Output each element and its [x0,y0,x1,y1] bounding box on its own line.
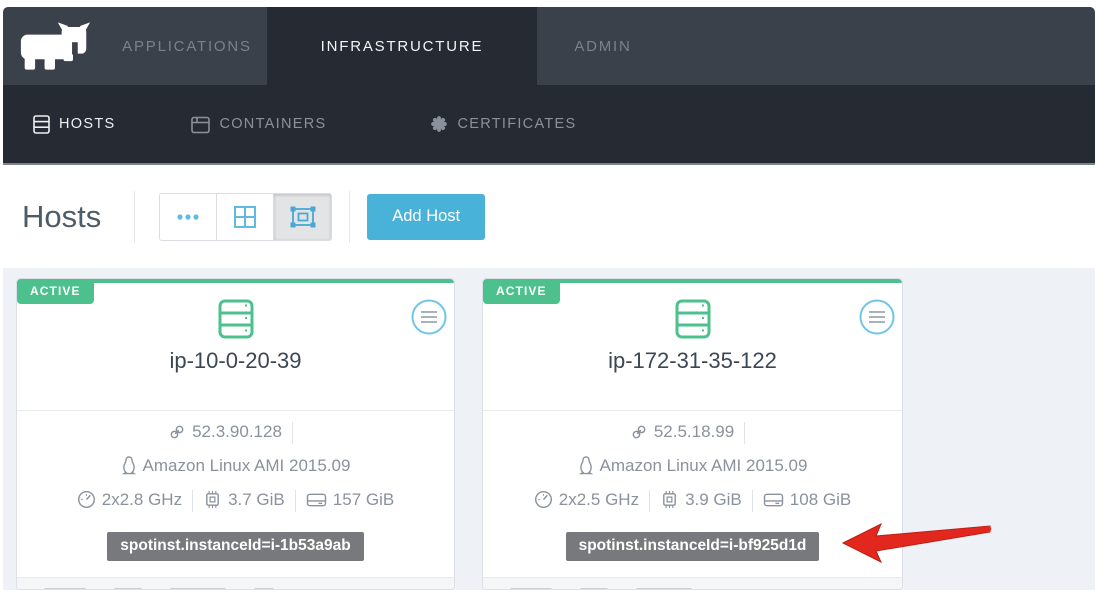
host-ip: 52.5.18.99 [654,422,734,441]
tab-infrastructure[interactable]: INFRASTRUCTURE [267,7,537,85]
tab-applications[interactable]: APPLICATIONS [107,7,267,85]
page-title: Hosts [22,199,101,235]
host-tag: spotinst.instanceId=i-1b53a9ab [107,532,363,561]
card-details: 52.5.18.99 Amazon Linux AMI 2015.09 [483,410,902,590]
host-name[interactable]: ip-172-31-35-122 [483,348,902,410]
view-toggle-group [159,193,332,241]
divider [744,422,745,444]
divider [349,191,350,243]
subnav-item-label: CONTAINERS [219,116,326,132]
host-server-icon [218,299,254,339]
ip-row: 52.3.90.128 [17,415,454,449]
grid-view-icon [234,206,256,228]
host-menu-button[interactable] [411,299,447,335]
menu-icon [411,299,447,335]
tag-row: spotinst.instanceId=i-1b53a9ab [17,517,454,561]
link-icon [168,423,186,441]
divider [134,191,135,243]
host-card-ip-10-0-20-39: ACTIVE [16,278,455,590]
host-cpu: 2x2.8 GHz [102,490,182,509]
host-menu-button[interactable] [859,299,895,335]
host-memory: 3.9 GiB [685,490,742,509]
host-card-ip-172-31-35-122: ACTIVE [482,278,903,590]
page-header: Hosts [3,165,1095,268]
host-tag: spotinst.instanceId=i-bf925d1d [566,532,820,561]
status-badge: ACTIVE [483,279,560,304]
disk-icon [763,491,784,509]
host-os: Amazon Linux AMI 2015.09 [143,456,351,475]
subnav-item-hosts[interactable]: HOSTS [33,115,115,134]
host-disk: 157 GiB [333,490,394,509]
truncated-content [113,588,143,590]
specs-row: 2x2.5 GHz 3.9 GiB 108 GiB [483,483,902,517]
truncated-content [635,588,693,590]
card-details: 52.3.90.128 Amazon Linux AMI 2015.09 [17,410,454,590]
subnav-item-label: CERTIFICATES [457,116,576,132]
tag-row: spotinst.instanceId=i-bf925d1d [483,517,902,561]
linux-icon [121,456,137,475]
host-ip: 52.3.90.128 [192,422,282,441]
rancher-logo[interactable] [3,7,107,85]
card-footer [483,577,902,590]
divider [752,490,753,512]
truncated-content [509,588,553,590]
add-host-button[interactable]: Add Host [367,194,485,240]
hosts-icon [33,115,50,134]
ip-row: 52.5.18.99 [483,415,902,449]
truncated-content [253,588,275,590]
host-cpu: 2x2.5 GHz [559,490,639,509]
status-badge: ACTIVE [17,279,94,304]
os-row: Amazon Linux AMI 2015.09 [17,449,454,483]
cpu-gauge-icon [77,490,96,509]
linux-icon [578,456,594,475]
host-server-icon [675,299,711,339]
page: APPLICATIONS INFRASTRUCTURE ADMIN HOSTS [3,7,1095,590]
subnav-item-label: HOSTS [59,116,115,132]
expanded-view-icon [290,206,316,228]
rancher-cow-icon [19,21,91,71]
view-dots-button[interactable] [160,194,217,240]
sub-nav: HOSTS CONTAINERS [3,85,1095,165]
host-os: Amazon Linux AMI 2015.09 [600,456,808,475]
host-name[interactable]: ip-10-0-20-39 [17,348,454,410]
hosts-grid: ACTIVE [3,268,1095,590]
divider [292,422,293,444]
disk-icon [306,491,327,509]
link-icon [630,423,648,441]
divider [649,490,650,512]
divider [295,490,296,512]
os-row: Amazon Linux AMI 2015.09 [483,449,902,483]
memory-icon [203,490,222,509]
host-memory: 3.7 GiB [228,490,285,509]
view-grid-button[interactable] [217,194,274,240]
host-disk: 108 GiB [790,490,851,509]
view-expanded-button[interactable] [274,194,331,240]
subnav-item-certificates[interactable]: CERTIFICATES [430,115,576,133]
top-nav: APPLICATIONS INFRASTRUCTURE ADMIN [3,7,1095,85]
certificates-icon [430,115,448,133]
memory-icon [660,490,679,509]
tab-admin[interactable]: ADMIN [537,7,669,85]
truncated-content [579,588,609,590]
divider [192,490,193,512]
card-footer [17,577,454,590]
dots-view-icon [177,214,199,220]
containers-icon [191,115,210,134]
truncated-content [43,588,87,590]
subnav-item-containers[interactable]: CONTAINERS [191,115,326,134]
app-window: APPLICATIONS INFRASTRUCTURE ADMIN HOSTS [0,0,1102,598]
specs-row: 2x2.8 GHz 3.7 GiB 157 GiB [17,483,454,517]
menu-icon [859,299,895,335]
truncated-content [169,588,227,590]
cpu-gauge-icon [534,490,553,509]
